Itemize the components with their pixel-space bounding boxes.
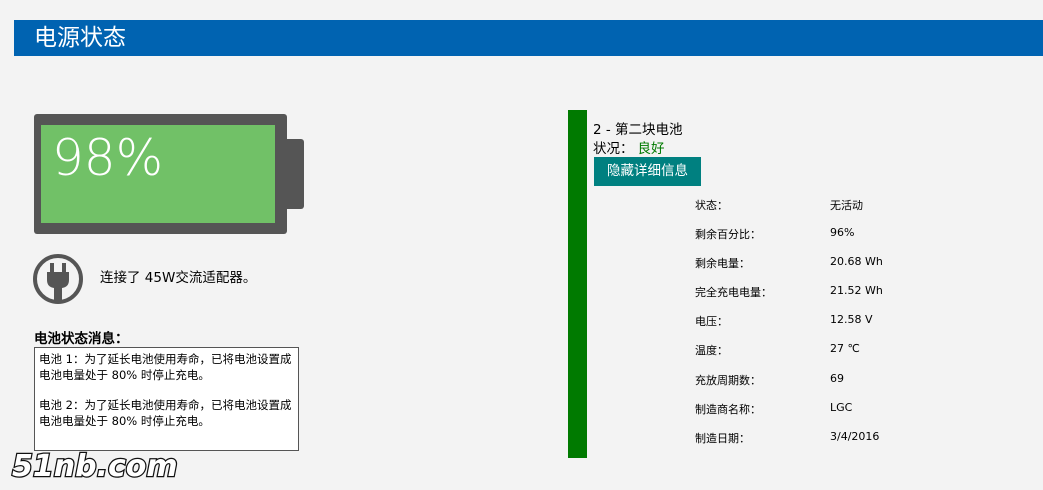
messages-box: 电池 1：为了延长电池使用寿命，已将电池设置成电池电量处于 80% 时停止充电。… <box>34 347 299 451</box>
battery-gauge: 98% <box>34 114 287 234</box>
detail-label: 充放周期数： <box>695 373 761 387</box>
detail-label: 剩余百分比： <box>695 228 761 242</box>
detail-value: LGC <box>830 400 853 414</box>
detail-value: 12.58 V <box>830 313 873 327</box>
detail-label: 剩余电量： <box>695 257 750 271</box>
detail-value: 20.68 Wh <box>830 255 883 269</box>
detail-label: 制造日期： <box>695 431 750 445</box>
battery-terminal <box>286 139 304 209</box>
status-label: 状况： <box>593 141 634 157</box>
adapter-status: 连接了 45W交流适配器。 <box>100 270 257 286</box>
battery-percent: 98% <box>52 129 164 187</box>
page-title: 电源状态 <box>34 25 126 51</box>
power-plug-icon <box>33 254 83 304</box>
detail-value: 69 <box>830 371 844 385</box>
battery2-status: 状况： 良好 <box>593 137 665 157</box>
watermark-text: 51nb.com <box>12 449 178 484</box>
detail-value: 无活动 <box>830 199 863 212</box>
battery2-indicator <box>568 110 587 458</box>
detail-value: 3/4/2016 <box>830 429 880 443</box>
detail-value: 27 ℃ <box>830 342 860 356</box>
status-value: 良好 <box>637 141 665 157</box>
detail-label: 制造商名称： <box>695 402 761 416</box>
detail-value: 21.52 Wh <box>830 284 883 298</box>
watermark-logo: 51nb.com <box>11 448 179 486</box>
detail-label: 完全充电电量： <box>695 286 772 300</box>
detail-label: 状态： <box>695 199 728 212</box>
message-item: 电池 1：为了延长电池使用寿命，已将电池设置成电池电量处于 80% 时停止充电。 <box>39 352 292 382</box>
messages-title: 电池状态消息： <box>34 331 129 347</box>
detail-label: 温度： <box>695 344 728 358</box>
title-bar: 电源状态 <box>14 20 1043 56</box>
detail-value: 96% <box>830 226 855 240</box>
hide-details-button[interactable]: 隐藏详细信息 <box>594 157 701 186</box>
message-item: 电池 2：为了延长电池使用寿命，已将电池设置成电池电量处于 80% 时停止充电。 <box>39 398 292 428</box>
battery2-name: 2 - 第二块电池 <box>593 122 683 138</box>
detail-label: 电压： <box>695 315 728 329</box>
